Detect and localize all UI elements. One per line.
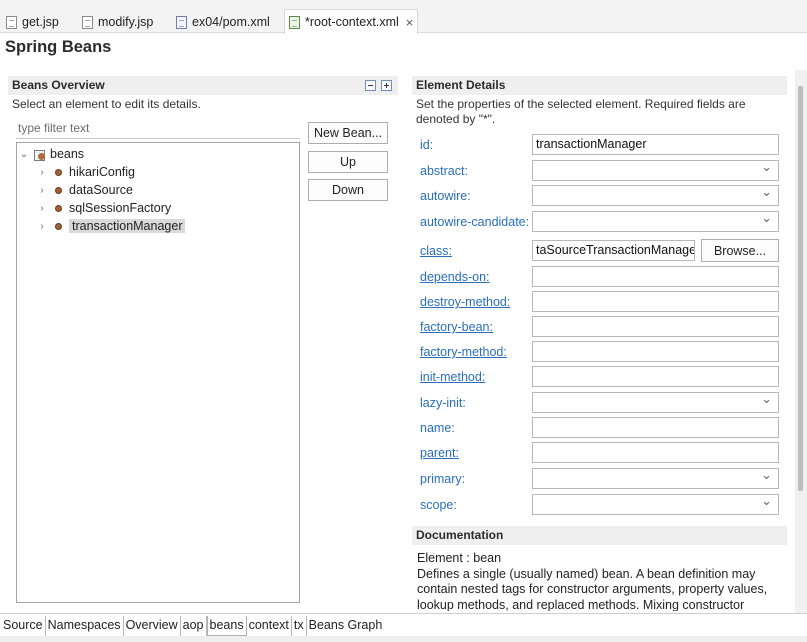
beans-tree[interactable]: ⌄ beans › hikariConfig › dataSource › sq… bbox=[16, 142, 300, 603]
autowire-candidate-label: autowire-candidate: bbox=[420, 215, 530, 229]
depends-on-link[interactable]: depends-on: bbox=[420, 270, 490, 284]
vertical-scrollbar[interactable] bbox=[795, 70, 807, 615]
close-icon[interactable]: × bbox=[406, 15, 414, 30]
name-field[interactable] bbox=[532, 417, 779, 438]
filter-input[interactable] bbox=[16, 118, 300, 139]
chevron-right-icon[interactable]: › bbox=[37, 185, 47, 196]
chevron-right-icon[interactable]: › bbox=[37, 203, 47, 214]
page-tab-tx[interactable]: tx bbox=[292, 616, 307, 636]
autowire-label: autowire: bbox=[420, 189, 471, 203]
page-tab-source[interactable]: Source bbox=[0, 616, 46, 636]
bean-icon bbox=[55, 168, 62, 176]
factory-bean-link[interactable]: factory-bean: bbox=[420, 320, 493, 334]
documentation-header: Documentation bbox=[412, 526, 787, 545]
page-tab-beans[interactable]: beans bbox=[206, 616, 247, 636]
expand-all-icon[interactable] bbox=[381, 80, 392, 91]
factory-bean-field[interactable] bbox=[532, 316, 779, 337]
spring-config-file-icon bbox=[289, 15, 300, 29]
tree-item-bean[interactable]: › dataSource bbox=[37, 181, 133, 199]
name-label: name: bbox=[420, 421, 455, 435]
init-method-link[interactable]: init-method: bbox=[420, 370, 485, 384]
scope-select[interactable] bbox=[532, 494, 779, 515]
section-title: Element Details bbox=[416, 78, 506, 92]
chevron-right-icon[interactable]: › bbox=[37, 221, 47, 232]
jsp-file-icon bbox=[6, 15, 17, 29]
section-title: Documentation bbox=[416, 528, 504, 542]
abstract-label: abstract: bbox=[420, 164, 468, 178]
jsp-file-icon bbox=[82, 15, 93, 29]
up-button[interactable]: Up bbox=[308, 151, 388, 173]
tab-label: ex04/pom.xml bbox=[192, 15, 270, 29]
bean-icon bbox=[55, 186, 62, 194]
page-tab-overview[interactable]: Overview bbox=[124, 616, 181, 636]
factory-method-field[interactable] bbox=[532, 341, 779, 362]
element-details-description: Set the properties of the selected eleme… bbox=[416, 97, 746, 126]
editor-tab-bar: get.jsp modify.jsp ex04/pom.xml *root-co… bbox=[0, 0, 807, 34]
primary-select[interactable] bbox=[532, 468, 779, 489]
class-link[interactable]: class: bbox=[420, 244, 452, 258]
autowire-select[interactable] bbox=[532, 185, 779, 206]
scope-label: scope: bbox=[420, 498, 457, 512]
page-tab-context[interactable]: context bbox=[247, 616, 292, 636]
lazy-init-select[interactable] bbox=[532, 392, 779, 413]
tab-label: modify.jsp bbox=[98, 15, 154, 29]
tree-item-label: hikariConfig bbox=[69, 165, 136, 179]
beans-overview-description: Select an element to edit its details. bbox=[12, 97, 201, 111]
documentation-text: Element : bean Defines a single (usually… bbox=[417, 551, 768, 611]
tree-item-beans[interactable]: ⌄ beans bbox=[19, 145, 84, 163]
destroy-method-field[interactable] bbox=[532, 291, 779, 312]
page-tab-aop[interactable]: aop bbox=[181, 616, 207, 636]
section-title: Beans Overview bbox=[12, 78, 105, 92]
bean-icon bbox=[55, 204, 62, 212]
page-tab-beans-graph[interactable]: Beans Graph bbox=[307, 616, 385, 636]
id-label: id: bbox=[420, 138, 434, 152]
destroy-method-link[interactable]: destroy-method: bbox=[420, 295, 510, 309]
beans-overview-header: Beans Overview bbox=[8, 76, 398, 95]
depends-on-field[interactable] bbox=[532, 266, 779, 287]
tree-item-bean[interactable]: › hikariConfig bbox=[37, 163, 135, 181]
scrollbar-thumb[interactable] bbox=[798, 86, 803, 491]
bottom-strip bbox=[0, 636, 807, 642]
chevron-right-icon[interactable]: › bbox=[37, 167, 47, 178]
chevron-down-icon[interactable]: ⌄ bbox=[19, 149, 29, 160]
tab-modify-jsp[interactable]: modify.jsp bbox=[78, 11, 157, 33]
lazy-init-label: lazy-init: bbox=[420, 396, 466, 410]
primary-label: primary: bbox=[420, 472, 466, 486]
parent-link[interactable]: parent: bbox=[420, 446, 459, 460]
xml-file-icon bbox=[176, 15, 187, 29]
tab-label: *root-context.xml bbox=[305, 15, 399, 29]
tab-label: get.jsp bbox=[22, 15, 59, 29]
tree-item-bean[interactable]: › sqlSessionFactory bbox=[37, 199, 171, 217]
tab-root-context-xml[interactable]: *root-context.xml × bbox=[284, 9, 419, 34]
autowire-candidate-select[interactable] bbox=[532, 211, 779, 232]
init-method-field[interactable] bbox=[532, 366, 779, 387]
beans-folder-icon bbox=[34, 149, 46, 161]
browse-button[interactable]: Browse... bbox=[701, 239, 779, 262]
abstract-select[interactable] bbox=[532, 160, 779, 181]
collapse-all-icon[interactable] bbox=[365, 80, 376, 91]
down-button[interactable]: Down bbox=[308, 179, 388, 201]
page-tab-namespaces[interactable]: Namespaces bbox=[46, 616, 124, 636]
id-field[interactable]: transactionManager bbox=[532, 134, 779, 155]
tab-get-jsp[interactable]: get.jsp bbox=[2, 11, 63, 33]
tree-item-label: dataSource bbox=[69, 183, 133, 197]
tree-item-label: beans bbox=[50, 147, 85, 161]
page-title: Spring Beans bbox=[5, 38, 112, 56]
element-details-header: Element Details bbox=[412, 76, 787, 95]
tree-item-label: transactionManager bbox=[69, 219, 186, 233]
class-field[interactable]: taSourceTransactionManager bbox=[532, 240, 695, 261]
parent-field[interactable] bbox=[532, 442, 779, 463]
tree-item-label: sqlSessionFactory bbox=[69, 201, 172, 215]
tree-item-bean-selected[interactable]: › transactionManager bbox=[37, 217, 186, 235]
tab-pom-xml[interactable]: ex04/pom.xml bbox=[172, 11, 274, 33]
new-bean-button[interactable]: New Bean... bbox=[308, 122, 388, 144]
bean-icon bbox=[55, 222, 62, 230]
factory-method-link[interactable]: factory-method: bbox=[420, 345, 507, 359]
